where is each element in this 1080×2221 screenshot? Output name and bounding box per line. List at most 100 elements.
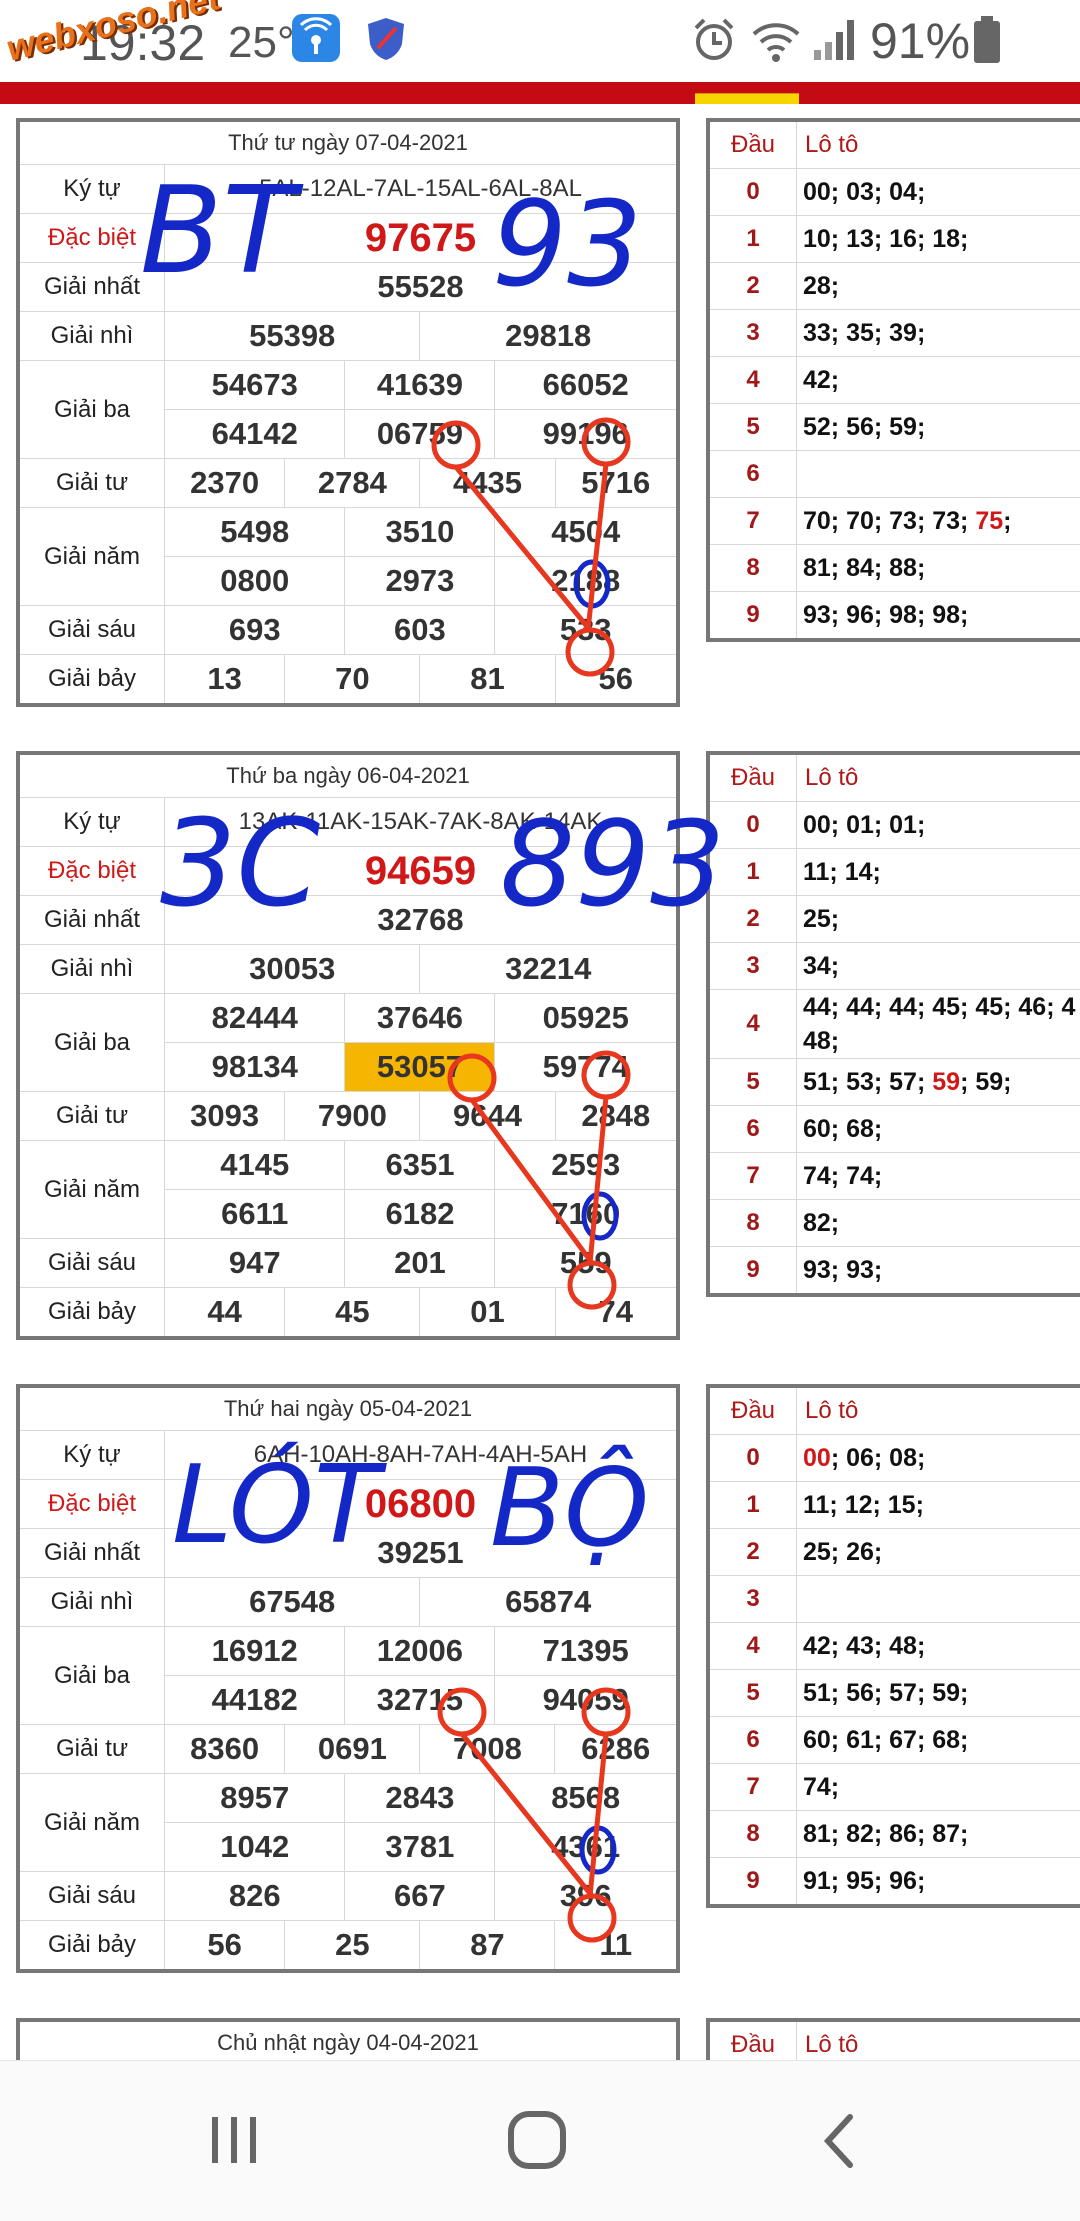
prize-value: 41639 [345, 361, 495, 410]
loto-value-text: 81; 82; 86; 87; [803, 1820, 968, 1848]
loto-dau: 4 [708, 357, 797, 404]
result-date-title: Thứ ba ngày 06-04-2021 [18, 753, 678, 798]
prize-value: 4504 [495, 508, 678, 557]
home-button[interactable] [506, 2109, 570, 2178]
prize-value: 0800 [165, 557, 345, 606]
row-label: Giải ba [18, 1627, 165, 1725]
recent-apps-button[interactable] [206, 2111, 262, 2172]
loto-values: 52; 56; 59; [797, 404, 1080, 451]
prize-value: 8568 [495, 1774, 678, 1823]
prize-value: 4435 [420, 459, 555, 508]
loto-values: 00; 01; 01; [797, 802, 1080, 849]
loto-dau: 2 [708, 263, 797, 310]
row-label: Giải năm [18, 508, 165, 606]
battery-icon [972, 16, 1002, 69]
loto-value-text: 51; 56; 57; 59; [803, 1679, 968, 1707]
prize-value: 44182 [165, 1676, 345, 1725]
prize-value: 3510 [345, 508, 495, 557]
prize-value: 7900 [285, 1092, 420, 1141]
loto-values: 00; 06; 08; [797, 1435, 1080, 1482]
loto-values: 28; [797, 263, 1080, 310]
loto-dau: 8 [708, 1811, 797, 1858]
prize-value: 66052 [495, 361, 678, 410]
loto-values: 42; [797, 357, 1080, 404]
system-nav-bar [0, 2060, 1080, 2221]
prize-value: 603 [345, 606, 495, 655]
loto-dau: 9 [708, 1858, 797, 1907]
ad-banner[interactable]: ▬▬ [0, 82, 1080, 104]
prize-value: 2848 [555, 1092, 678, 1141]
prize-value: 32768 [165, 896, 679, 945]
row-label: Giải sáu [18, 606, 165, 655]
loto-dau: 1 [708, 849, 797, 896]
loto-dau: 5 [708, 1670, 797, 1717]
prize-value: 0691 [285, 1725, 420, 1774]
loto-dau: 2 [708, 896, 797, 943]
alarm-icon [690, 16, 738, 69]
loto-values [797, 451, 1080, 498]
loto-dau: 5 [708, 1059, 797, 1106]
prize-value: 7160 [495, 1190, 678, 1239]
loto-dau: 7 [708, 498, 797, 545]
row-label: Ký tự [18, 1431, 165, 1480]
loto-dau: 6 [708, 451, 797, 498]
loto-value-text: ; 06; 08; [831, 1444, 925, 1472]
prize-value: 8360 [165, 1725, 285, 1774]
prize-value: 1042 [165, 1823, 345, 1872]
prize-value: 67548 [165, 1578, 420, 1627]
prize-value: 3781 [345, 1823, 495, 1872]
row-label: Giải nhất [18, 1529, 165, 1578]
loto-dau: 3 [708, 310, 797, 357]
prize-value: 2188 [495, 557, 678, 606]
loto-dau: 4 [708, 990, 797, 1059]
prize-value: 45 [285, 1288, 420, 1339]
row-label: Giải sáu [18, 1872, 165, 1921]
prize-value: 44 [165, 1288, 285, 1339]
prize-value: 37646 [345, 994, 495, 1043]
prize-value: 56 [165, 1921, 285, 1972]
loto-value-text: 52; 56; 59; [803, 413, 925, 441]
loto-dau: 0 [708, 802, 797, 849]
wifi-icon [750, 16, 802, 69]
loto-values: 93; 93; [797, 1247, 1080, 1296]
loto-value-text: 93; 93; [803, 1256, 882, 1284]
loto-value-text: 00; 01; 01; [803, 811, 925, 839]
row-label: Giải bảy [18, 1288, 165, 1339]
prize-value: 94059 [495, 1676, 678, 1725]
prize-value: 32715 [345, 1676, 495, 1725]
prize-value: 9644 [420, 1092, 555, 1141]
back-button[interactable] [818, 2111, 862, 2176]
prize-value: 201 [345, 1239, 495, 1288]
prize-value: 396 [495, 1872, 678, 1921]
row-label: Giải năm [18, 1774, 165, 1872]
loto-values: 60; 68; [797, 1106, 1080, 1153]
prize-value: 693 [165, 606, 345, 655]
loto-values: 44; 44; 44; 45; 45; 46; 4 48; [797, 990, 1080, 1059]
loto-dau: 0 [708, 1435, 797, 1482]
special-prize-value: 94659 [165, 847, 679, 896]
result-table: Thứ ba ngày 06-04-2021Ký tự13AK-11AK-15A… [16, 751, 680, 1340]
loto-dau: 4 [708, 1623, 797, 1670]
row-label: Đặc biệt [18, 1480, 165, 1529]
code-value: 5AL-12AL-7AL-15AL-6AL-8AL [165, 165, 679, 214]
row-label: Giải năm [18, 1141, 165, 1239]
prize-value: 826 [165, 1872, 345, 1921]
prize-value: 7008 [420, 1725, 555, 1774]
prize-value: 53057 [345, 1043, 495, 1092]
loto-dau: 8 [708, 1200, 797, 1247]
prize-value: 2370 [165, 459, 285, 508]
row-label: Giải bảy [18, 655, 165, 706]
loto-values: 25; 26; [797, 1529, 1080, 1576]
prize-value: 5716 [555, 459, 678, 508]
result-date-title: Thứ tư ngày 07-04-2021 [18, 120, 678, 165]
prize-value: 25 [285, 1921, 420, 1972]
shield-app-icon [362, 14, 410, 62]
prize-value: 4145 [165, 1141, 345, 1190]
prize-value: 81 [420, 655, 555, 706]
loto-value-text: 93; 96; 98; 98; [803, 601, 968, 629]
loto-dau: 1 [708, 216, 797, 263]
prize-value: 6182 [345, 1190, 495, 1239]
loto-values [797, 1576, 1080, 1623]
result-date-title: Thứ hai ngày 05-04-2021 [18, 1386, 678, 1431]
loto-value-text: 74; [803, 1773, 839, 1801]
